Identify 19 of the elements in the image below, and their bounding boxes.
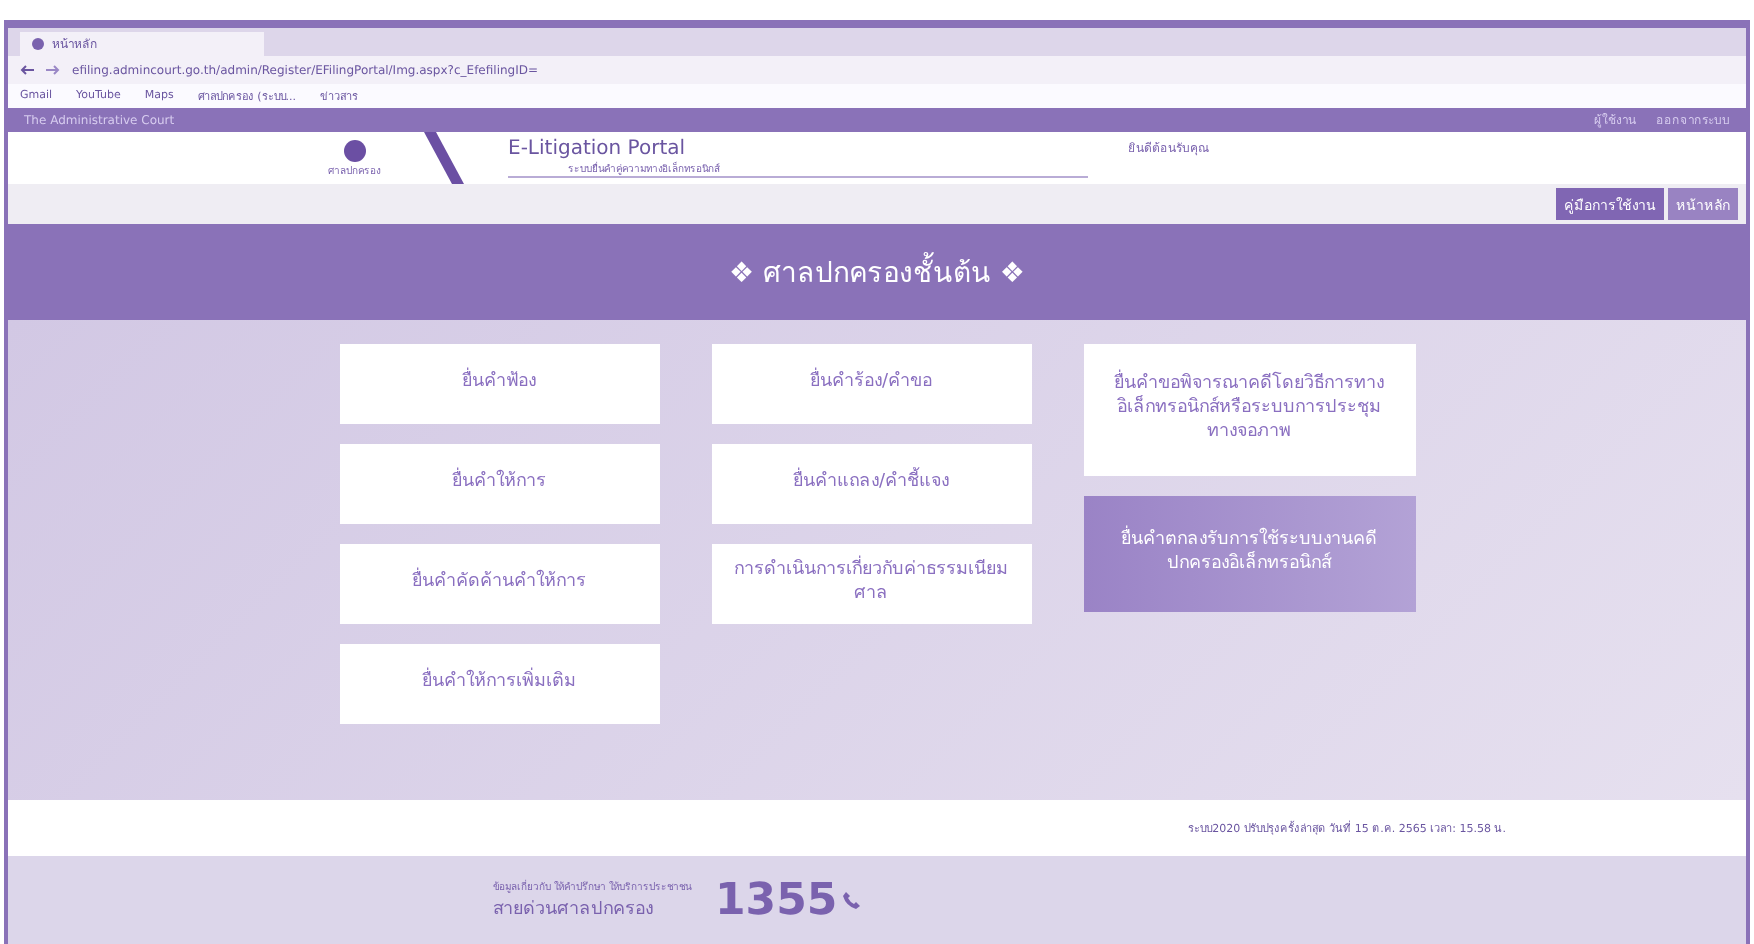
action-button[interactable]: ยื่นคำขอพิจารณาคดีโดยวิธีการทางอิเล็กทรอนิกส์หรือระบบการประชุมทางจอภาพ <box>1083 344 1415 476</box>
phone-icon <box>841 890 862 910</box>
action-button[interactable]: ยื่นคำแถลง/คำชี้แจง <box>711 444 1031 524</box>
action-button[interactable]: ยื่นคำตกลงรับการใช้ระบบงานคดีปกครองอิเล็กทรอนิกส์ <box>1083 496 1415 612</box>
forward-icon[interactable] <box>46 64 60 76</box>
action-button[interactable]: ยื่นคำฟ้อง <box>339 344 659 424</box>
page-title: ❖ ศาลปกครองชั้นต้น ❖ <box>728 250 1025 294</box>
hotline-number: 1355 <box>714 875 838 925</box>
hotline-name: สายด่วนศาลปกครอง <box>492 898 655 922</box>
action-button[interactable]: ยื่นคำร้อง/คำขอ <box>711 344 1031 424</box>
stripe-icon <box>420 132 468 184</box>
action-button[interactable]: ยื่นคำให้การเพิ่มเติม <box>339 644 659 724</box>
court-logo <box>343 139 365 161</box>
portal-title: E-Litigation Portal <box>508 138 688 160</box>
site-icon <box>32 38 44 50</box>
action-button[interactable]: การดำเนินการเกี่ยวกับค่าธรรมเนียมศาล <box>711 544 1031 624</box>
back-icon[interactable] <box>20 64 34 76</box>
action-button[interactable]: ยื่นคำคัดค้านคำให้การ <box>339 544 659 624</box>
action-button[interactable]: ยื่นคำให้การ <box>339 444 659 524</box>
